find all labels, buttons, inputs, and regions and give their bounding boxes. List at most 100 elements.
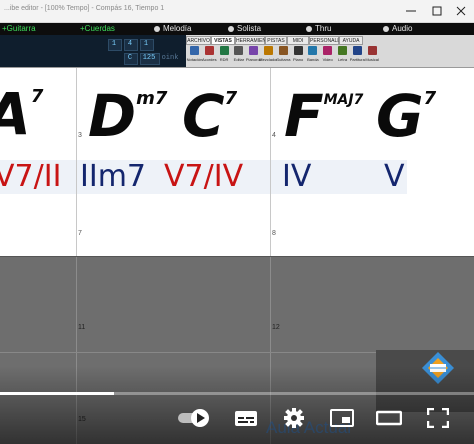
- roman-numeral: V: [384, 159, 405, 194]
- track-dot-icon: [306, 25, 312, 32]
- tab-vistas[interactable]: VISTAS: [211, 36, 235, 45]
- chord-symbol[interactable]: A7: [0, 84, 43, 144]
- close-button[interactable]: [448, 0, 474, 22]
- roman-numeral: V7/II: [0, 159, 62, 194]
- track-solista[interactable]: Solista: [228, 24, 261, 34]
- edit-icon: [234, 46, 244, 55]
- subtitles-button[interactable]: [234, 408, 258, 428]
- track-audio[interactable]: Audio: [383, 24, 412, 34]
- title-bar: ...ibe editor - [100% Tempo] - Compás 16…: [0, 0, 474, 23]
- miniplayer-button[interactable]: [330, 408, 354, 428]
- tab-personalizar[interactable]: PERSONALIZAR: [309, 36, 349, 45]
- window-title: ...ibe editor - [100% Tempo] - Compás 16…: [4, 5, 165, 12]
- player-controls-gradient: [0, 366, 474, 444]
- track-label: Guitarra: [6, 24, 36, 33]
- track-dot-icon: [228, 25, 234, 32]
- chord-symbol[interactable]: G7: [376, 86, 436, 146]
- tempo-value: 125: [142, 54, 156, 62]
- track-label: Thru: [315, 24, 332, 33]
- video-progress-bar[interactable]: [0, 392, 474, 395]
- minimize-icon: [406, 10, 416, 12]
- tool-acordes-button[interactable]: Acordes: [202, 46, 217, 66]
- tool-musical-button[interactable]: Musical: [365, 46, 379, 66]
- chord-root: D: [88, 82, 137, 150]
- row-divider: [0, 256, 474, 257]
- chord-sheet: A7 3 Dm7 C7 4 FMAJ7 G7 V7/II IIm7: [0, 68, 474, 256]
- mixer-icon: [264, 46, 273, 55]
- key-value: C: [127, 54, 133, 62]
- chord-root: C: [182, 82, 225, 150]
- beat-value: 4: [127, 40, 133, 48]
- roman-numeral: V7/IV: [164, 159, 244, 194]
- minimize-button[interactable]: [398, 0, 424, 22]
- track-strip: +Guitarra +Cuerdas Melodía Solista Thru …: [0, 23, 474, 35]
- tool-guitarra-button[interactable]: Guitarra: [276, 46, 291, 66]
- video-progress-played: [0, 392, 114, 395]
- band-icon: [308, 46, 318, 55]
- piano-icon: [293, 46, 303, 55]
- roman-numeral: IV: [282, 159, 312, 194]
- chords-icon: [204, 46, 214, 55]
- tab-pistas[interactable]: PISTAS: [265, 36, 287, 45]
- chord-row: A7 3 Dm7 C7 4 FMAJ7 G7: [0, 68, 474, 160]
- track-label: Cuerdas: [84, 24, 115, 33]
- track-label: Melodía: [163, 24, 192, 33]
- tab-archivo[interactable]: ARCHIVO: [186, 36, 211, 45]
- chord-root: G: [376, 82, 424, 150]
- track-thru[interactable]: Thru: [306, 24, 331, 34]
- tick-value: 1: [143, 40, 149, 48]
- track-guitarra[interactable]: +Guitarra: [2, 24, 36, 34]
- app-window: ...ibe editor - [100% Tempo] - Compás 16…: [0, 0, 474, 444]
- bar-number: 8: [272, 230, 276, 237]
- chord-extension: MAJ7: [323, 92, 364, 108]
- tool-banda-button[interactable]: Banda: [306, 46, 319, 66]
- chord-symbol[interactable]: C7: [182, 86, 237, 146]
- track-dot-icon: [154, 25, 160, 32]
- bar-number: 7: [78, 230, 82, 237]
- maximize-button[interactable]: [424, 0, 450, 22]
- pianoroll-icon: [249, 46, 259, 55]
- tool-partitura-button[interactable]: Partitura: [350, 46, 365, 66]
- tool-letra-button[interactable]: Letra: [336, 46, 349, 66]
- settings-button[interactable]: [283, 407, 305, 429]
- miniplayer-icon: [330, 409, 354, 427]
- tool-pianoroll-button[interactable]: Pianoroll: [246, 46, 261, 66]
- roman-numeral-row: V7/II IIm7 V7/IV IV V: [0, 160, 474, 196]
- fullscreen-icon: [426, 407, 450, 429]
- track-dot-icon: [383, 25, 389, 32]
- rdr-icon: [219, 46, 229, 55]
- theater-mode-icon: [375, 410, 403, 426]
- tool-mezclador-button[interactable]: Mezclador: [259, 46, 278, 66]
- track-melodia[interactable]: Melodía: [154, 24, 191, 34]
- tab-ayuda[interactable]: AYUDA: [339, 36, 363, 45]
- chord-symbol[interactable]: Dm7: [88, 86, 167, 146]
- close-icon: [456, 6, 466, 16]
- chord-root: A: [0, 80, 31, 148]
- theater-mode-button[interactable]: [375, 408, 403, 428]
- tool-video-button[interactable]: Video: [321, 46, 334, 66]
- bar-number: 11: [78, 324, 86, 331]
- track-label: Solista: [237, 24, 262, 33]
- autoplay-toggle-icon: [178, 409, 209, 427]
- tool-editar-button[interactable]: Editar: [232, 46, 245, 66]
- chord-symbol[interactable]: FMAJ7: [284, 86, 363, 146]
- track-cuerdas[interactable]: +Cuerdas: [80, 24, 115, 34]
- tool-piano-button[interactable]: Piano: [292, 46, 305, 66]
- tool-notación-button[interactable]: Notación: [187, 46, 202, 66]
- chord-root: F: [284, 82, 324, 150]
- fullscreen-button[interactable]: [426, 407, 450, 429]
- tool-label: Musical: [365, 57, 379, 62]
- maximize-icon: [432, 6, 442, 16]
- tab-herramientas[interactable]: HERRAMIENTAS: [235, 36, 275, 45]
- roman-numeral: IIm7: [80, 159, 147, 194]
- lyrics-icon: [338, 46, 347, 55]
- settings-gear-icon: [284, 408, 304, 428]
- tool-rdr-button[interactable]: RDR: [218, 46, 231, 66]
- autoplay-toggle[interactable]: [178, 408, 214, 428]
- subtitles-icon: [235, 411, 257, 426]
- bar-number: 12: [272, 324, 280, 331]
- tab-midi[interactable]: MIDI: [287, 36, 309, 45]
- transport-panel: 1 4 1 C 125 oink: [0, 35, 186, 67]
- bar-value: 1: [111, 40, 117, 48]
- toolbar: 1 4 1 C 125 oink ARCHIVO VISTAS HERRAMIENT…: [0, 35, 474, 68]
